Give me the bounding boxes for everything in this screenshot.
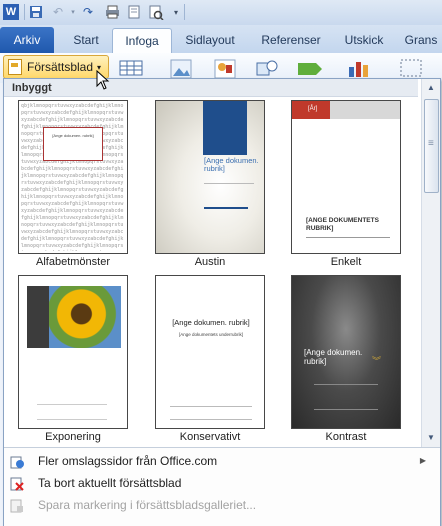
cover-page-icon bbox=[8, 59, 22, 75]
enkelt-title-text: [ANGE DOKUMENTETS RUBRIK] bbox=[306, 217, 379, 232]
scroll-thumb[interactable] bbox=[424, 99, 439, 193]
office-online-icon bbox=[10, 454, 24, 469]
cover-caption: Exponering bbox=[45, 431, 101, 443]
clip-art-icon[interactable] bbox=[212, 57, 238, 79]
save-icon[interactable] bbox=[28, 4, 44, 20]
gallery-scrollbar[interactable]: ▲ ▼ bbox=[421, 79, 440, 447]
scroll-down-icon[interactable]: ▼ bbox=[424, 431, 438, 445]
menu-item-more-cover-pages[interactable]: Fler omslagssidor från Office.com ▶ bbox=[4, 450, 440, 472]
cover-title-text: [Ange dokumen. rubrik] bbox=[52, 133, 94, 138]
mouse-cursor-icon bbox=[96, 70, 110, 90]
cover-thumbnail-konservativt[interactable]: [Ange dokumen. rubrik] [Ange dokumentets… bbox=[155, 275, 265, 429]
menu-item-label: Fler omslagssidor från Office.com bbox=[38, 454, 218, 468]
cover-caption: Enkelt bbox=[330, 256, 362, 268]
toolbar-separator bbox=[184, 4, 185, 20]
kontrast-title-text: [Ange dokumen. rubrik] bbox=[304, 348, 363, 366]
austin-subtitle-line bbox=[204, 183, 254, 192]
tab-granskning[interactable]: Grans bbox=[396, 28, 442, 53]
word-app-icon[interactable]: W bbox=[3, 4, 19, 20]
toolbar-separator bbox=[24, 4, 25, 20]
scroll-up-icon[interactable]: ▲ bbox=[424, 81, 438, 95]
menu-item-save-selection: Spara markering i försättsbladsgalleriet… bbox=[4, 494, 440, 516]
quick-access-toolbar: W ↶ ▾ ↷ ▾ bbox=[0, 0, 442, 25]
cover-page-gallery: Inbyggt ▲ ▼ qbjklmnopqrstuvwxyzabcdefghi… bbox=[3, 78, 441, 526]
letter-pattern-background: qbjklmnopqrstuvwxyzabcdefghijklmnopqrstu… bbox=[21, 103, 124, 251]
austin-title-text: [Ange dokumen. rubrik] bbox=[204, 156, 259, 173]
menu-item-label: Ta bort aktuellt försättsblad bbox=[38, 476, 182, 490]
submenu-arrow-icon: ▶ bbox=[419, 456, 426, 465]
austin-footer-line bbox=[204, 207, 248, 209]
cover-caption: Kontrast bbox=[325, 431, 367, 443]
smartart-icon[interactable] bbox=[296, 57, 322, 79]
tab-utskick[interactable]: Utskick bbox=[338, 28, 390, 53]
tab-referenser[interactable]: Referenser bbox=[254, 28, 328, 53]
cover-caption: Konservativt bbox=[179, 431, 241, 443]
picture-icon[interactable] bbox=[168, 57, 194, 79]
enkelt-year-text: [År] bbox=[308, 106, 318, 112]
cover-thumbnail-enkelt[interactable]: [År] [ANGE DOKUMENTETS RUBRIK] bbox=[291, 100, 401, 254]
tab-arkiv[interactable]: Arkiv bbox=[0, 27, 54, 53]
gallery-section-header: Inbyggt bbox=[4, 79, 418, 97]
konservativt-subtitle-text: [Ange dokumentets underrubrik] bbox=[178, 332, 244, 337]
chart-icon[interactable] bbox=[346, 57, 372, 79]
menu-item-label: Spara markering i försättsbladsgalleriet… bbox=[38, 498, 257, 512]
redo-icon[interactable]: ↷ bbox=[80, 4, 96, 20]
kontrast-chevron-icon: ︾ bbox=[372, 356, 382, 366]
cover-caption: Austin bbox=[194, 256, 226, 268]
save-to-gallery-icon bbox=[10, 498, 24, 513]
konservativt-body-lines bbox=[170, 406, 252, 420]
enkelt-gray-bar bbox=[330, 101, 400, 119]
kontrast-body-lines bbox=[314, 384, 378, 410]
menu-item-remove-cover-page[interactable]: Ta bort aktuellt försättsblad bbox=[4, 472, 440, 494]
tab-start[interactable]: Start bbox=[60, 28, 112, 53]
ribbon-tabs: Arkiv Start Infoga Sidlayout Referenser … bbox=[0, 25, 442, 55]
exponering-dark-strip bbox=[27, 286, 51, 348]
shapes-icon[interactable] bbox=[254, 57, 280, 79]
austin-blue-block bbox=[203, 101, 247, 155]
cover-thumbnail-austin[interactable]: [Ange dokumen. rubrik] bbox=[155, 100, 265, 254]
table-icon[interactable] bbox=[118, 57, 144, 79]
cover-page-button[interactable]: Försättsblad ▾ bbox=[3, 55, 109, 79]
exponering-body-text bbox=[37, 404, 107, 420]
print-icon[interactable] bbox=[104, 4, 120, 20]
cover-thumbnail-kontrast[interactable]: [Ange dokumen. rubrik] ︾ bbox=[291, 275, 401, 429]
tab-sidlayout[interactable]: Sidlayout bbox=[176, 28, 244, 53]
cover-thumbnail-exponering[interactable] bbox=[18, 275, 128, 429]
konservativt-title-text: [Ange dokumen. rubrik] bbox=[172, 318, 250, 327]
cover-thumbnail-alfabetmonster[interactable]: qbjklmnopqrstuvwxyzabcdefghijklmnopqrstu… bbox=[18, 100, 128, 254]
undo-icon[interactable]: ↶ bbox=[50, 4, 66, 20]
tab-infoga[interactable]: Infoga bbox=[112, 28, 172, 55]
enkelt-rule bbox=[306, 237, 390, 238]
gallery-menu: Fler omslagssidor från Office.com ▶ Ta b… bbox=[4, 447, 440, 526]
cover-page-label: Försättsblad bbox=[27, 60, 94, 74]
qat-customize-dropdown-icon[interactable]: ▾ bbox=[168, 4, 184, 20]
sunflower-image bbox=[49, 286, 121, 348]
print-preview-icon[interactable] bbox=[126, 4, 142, 20]
cover-title-box: [Ange dokumen. rubrik] bbox=[43, 127, 103, 161]
screenshot-icon[interactable] bbox=[398, 57, 424, 79]
cover-caption: Alfabetmönster bbox=[36, 256, 110, 268]
undo-dropdown-icon[interactable]: ▾ bbox=[65, 4, 81, 20]
quick-print-icon[interactable] bbox=[148, 4, 164, 20]
remove-cover-page-icon bbox=[10, 476, 24, 491]
